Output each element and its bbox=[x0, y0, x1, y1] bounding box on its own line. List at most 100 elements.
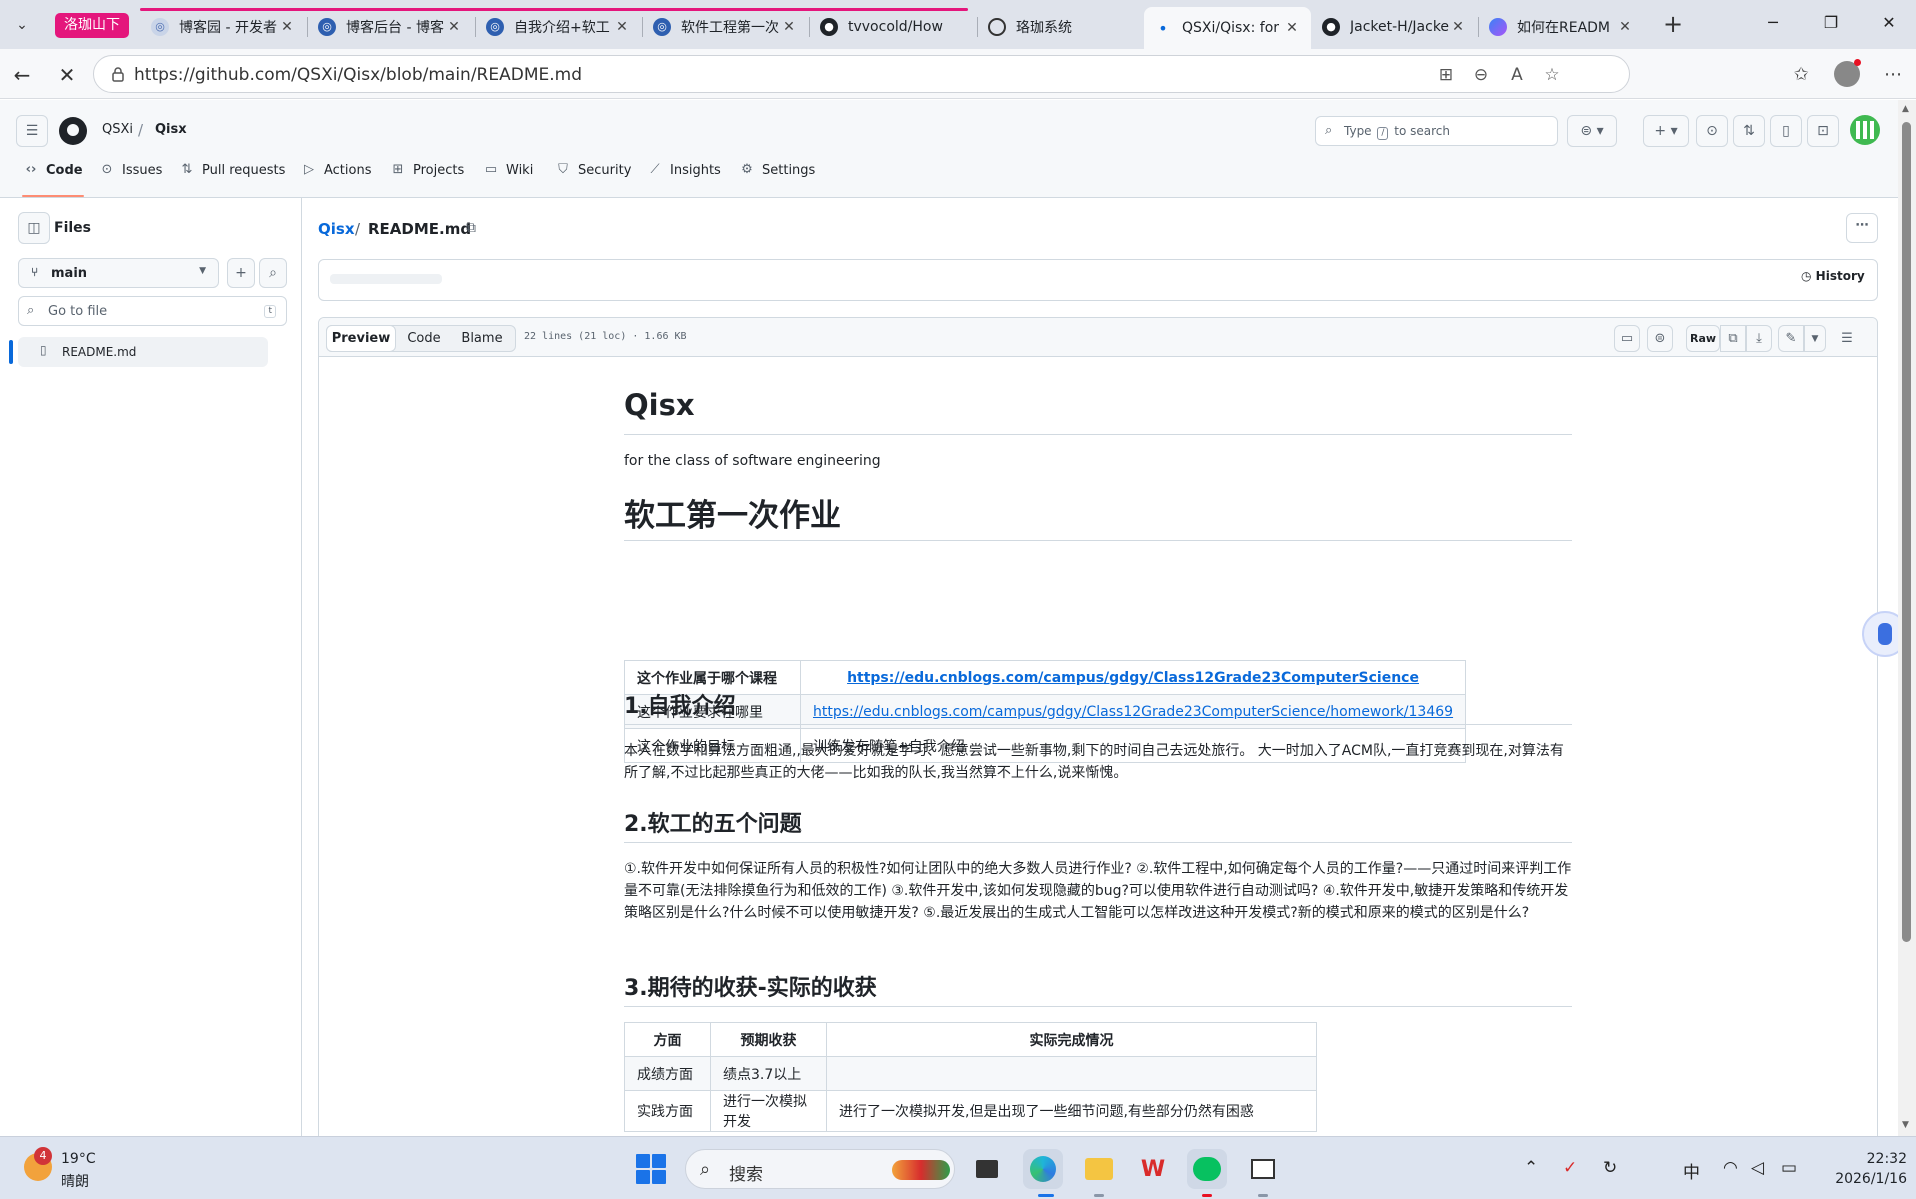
history-button[interactable]: ◷ History bbox=[1801, 269, 1865, 283]
tab-issues[interactable]: ⊙ Issues bbox=[100, 163, 163, 198]
taskbar-search-box[interactable]: ⌕ 搜索 bbox=[685, 1149, 955, 1189]
tree-item-readme[interactable]: ▯ README.md bbox=[18, 337, 268, 367]
wps-tray-icon[interactable]: ✓ bbox=[1563, 1158, 1577, 1178]
tab-security[interactable]: ⛉ Security bbox=[556, 163, 631, 198]
show-hidden-icons-chevron-icon[interactable]: ⌃ bbox=[1524, 1158, 1538, 1178]
copilot-menu-button[interactable]: ⊜ ▾ bbox=[1567, 115, 1617, 147]
wps-office-icon[interactable]: W bbox=[1133, 1149, 1173, 1189]
copy-icon[interactable]: ⧉ bbox=[1720, 325, 1746, 352]
read-aloud-icon[interactable]: A bbox=[1507, 65, 1527, 85]
close-icon[interactable]: ✕ bbox=[613, 19, 631, 35]
scroll-up-icon[interactable]: ▲ bbox=[1902, 104, 1909, 114]
outline-list-icon[interactable]: ☰ bbox=[1834, 325, 1860, 352]
windows-start-icon[interactable] bbox=[636, 1154, 666, 1184]
address-bar[interactable]: https://github.com/QSXi/Qisx/blob/main/R… bbox=[93, 55, 1630, 93]
url-text[interactable]: https://github.com/QSXi/Qisx/blob/main/R… bbox=[134, 65, 582, 85]
create-new-button[interactable]: + ▾ bbox=[1643, 115, 1689, 147]
tab-actions[interactable]: ▷ Actions bbox=[302, 163, 372, 198]
browser-tab[interactable]: ● Jacket-H/Jacke ✕ bbox=[1312, 10, 1477, 43]
owner-link[interactable]: QSXi bbox=[102, 122, 133, 137]
close-icon[interactable]: ✕ bbox=[445, 19, 463, 35]
stop-loading-icon[interactable]: ✕ bbox=[53, 61, 81, 89]
close-window-button[interactable]: ✕ bbox=[1866, 8, 1912, 38]
collapse-sidebar-icon[interactable]: ◫ bbox=[18, 212, 50, 244]
minimize-button[interactable]: ─ bbox=[1750, 8, 1796, 38]
tab-projects[interactable]: ⊞ Projects bbox=[391, 163, 465, 198]
preview-tab[interactable]: Preview bbox=[326, 325, 396, 352]
close-icon[interactable]: ✕ bbox=[1283, 20, 1301, 36]
homework-link[interactable]: https://edu.cnblogs.com/campus/gdgy/Clas… bbox=[813, 704, 1453, 720]
issues-icon[interactable]: ⊙ bbox=[1696, 115, 1728, 147]
caret-down-icon[interactable]: ▼ bbox=[1804, 325, 1826, 352]
blame-tab[interactable]: Blame bbox=[452, 326, 512, 351]
browser-tab[interactable]: ◎ 自我介绍+软工 ✕ bbox=[476, 10, 641, 43]
tab-group-label[interactable]: 洛珈山下 bbox=[55, 13, 129, 38]
restore-button[interactable]: ❐ bbox=[1808, 8, 1854, 38]
user-avatar[interactable] bbox=[1850, 115, 1880, 145]
weather-temperature[interactable]: 19°C bbox=[61, 1151, 96, 1167]
tab-wiki[interactable]: ▭ Wiki bbox=[484, 163, 533, 198]
lock-icon[interactable] bbox=[110, 66, 126, 82]
go-to-file-input[interactable]: ⌕ Go to file t bbox=[18, 296, 287, 326]
hamburger-menu-icon[interactable]: ☰ bbox=[16, 115, 48, 147]
close-icon[interactable]: ✕ bbox=[1616, 19, 1634, 35]
repositories-icon[interactable]: ▯ bbox=[1770, 115, 1802, 147]
branch-selector[interactable]: ⑂ main ▼ bbox=[18, 258, 219, 288]
close-icon[interactable]: ✕ bbox=[278, 19, 296, 35]
more-options-icon[interactable]: ⋯ bbox=[1846, 213, 1878, 243]
mail-icon[interactable] bbox=[1243, 1149, 1283, 1189]
download-icon[interactable]: ⤓ bbox=[1746, 325, 1772, 352]
more-menu-icon[interactable]: ⋯ bbox=[1880, 62, 1906, 88]
wifi-icon[interactable]: ◠ bbox=[1723, 1158, 1738, 1178]
edit-pencil-icon[interactable]: ✎ bbox=[1778, 325, 1804, 352]
browser-tab[interactable]: ● tvvocold/How bbox=[810, 10, 975, 43]
copy-path-icon[interactable]: ⧉ bbox=[466, 220, 476, 236]
browser-tab-active[interactable]: • QSXi/Qisx: for ✕ bbox=[1144, 7, 1311, 49]
raw-button[interactable]: Raw bbox=[1686, 325, 1720, 352]
weather-description[interactable]: 晴朗 bbox=[61, 1171, 89, 1191]
app-available-icon[interactable]: ⊞ bbox=[1436, 65, 1456, 85]
scroll-down-icon[interactable]: ▼ bbox=[1902, 1120, 1909, 1130]
back-arrow-icon[interactable]: ← bbox=[8, 61, 36, 89]
tab-code[interactable]: ‹› Code bbox=[24, 163, 83, 198]
zoom-out-icon[interactable]: ⊖ bbox=[1471, 65, 1491, 85]
browser-tab[interactable]: ◎ 博客后台 - 博客 ✕ bbox=[308, 10, 473, 43]
add-file-icon[interactable]: + bbox=[227, 258, 255, 288]
new-tab-button[interactable]: + bbox=[1657, 11, 1689, 39]
favorites-icon[interactable]: ✩ bbox=[1788, 62, 1814, 88]
browser-tab[interactable]: 珞珈系统 bbox=[978, 10, 1143, 43]
file-breadcrumb-repo[interactable]: Qisx bbox=[318, 220, 355, 238]
close-icon[interactable]: ✕ bbox=[1449, 19, 1467, 35]
file-explorer-icon[interactable] bbox=[1079, 1149, 1119, 1189]
tab-settings[interactable]: ⚙ Settings bbox=[740, 163, 815, 198]
tab-insights[interactable]: ⟋ Insights bbox=[648, 163, 720, 198]
pull-requests-icon[interactable]: ⇅ bbox=[1733, 115, 1765, 147]
battery-icon[interactable]: ▭ bbox=[1781, 1158, 1797, 1178]
volume-icon[interactable]: ◁ bbox=[1751, 1158, 1764, 1178]
sync-icon[interactable]: ↻ bbox=[1603, 1158, 1617, 1178]
search-input[interactable]: ⌕ Type / to search bbox=[1315, 116, 1558, 146]
copilot-icon[interactable]: ⊜ bbox=[1647, 325, 1673, 352]
scroll-thumb[interactable] bbox=[1902, 122, 1911, 942]
close-icon[interactable]: ✕ bbox=[780, 19, 798, 35]
clock-time[interactable]: 22:32 bbox=[1857, 1151, 1907, 1167]
task-view-icon[interactable] bbox=[967, 1149, 1007, 1189]
code-tab[interactable]: Code bbox=[396, 326, 452, 351]
tab-list-chevron-icon[interactable]: ⌄ bbox=[8, 12, 36, 38]
search-files-icon[interactable]: ⌕ bbox=[259, 258, 287, 288]
inbox-icon[interactable]: ⊡ bbox=[1807, 115, 1839, 147]
repo-link[interactable]: Qisx bbox=[155, 122, 187, 137]
browser-tab[interactable]: ◎ 软件工程第一次 ✕ bbox=[643, 10, 808, 43]
github-logo-icon[interactable] bbox=[59, 117, 87, 145]
clock-date[interactable]: 2026/1/16 bbox=[1822, 1171, 1907, 1187]
tab-pull-requests[interactable]: ⇅ Pull requests bbox=[180, 163, 286, 198]
page-scrollbar[interactable]: ▲ ▼ bbox=[1898, 100, 1916, 1136]
ime-indicator[interactable]: 中 bbox=[1683, 1158, 1700, 1183]
wechat-icon[interactable] bbox=[1187, 1149, 1227, 1189]
edge-browser-icon[interactable] bbox=[1023, 1149, 1063, 1189]
browser-tab[interactable]: ◎ 博客园 - 开发者 ✕ bbox=[141, 10, 306, 43]
course-link[interactable]: https://edu.cnblogs.com/campus/gdgy/Clas… bbox=[847, 670, 1419, 686]
favorite-star-icon[interactable]: ☆ bbox=[1542, 65, 1562, 85]
open-folder-icon[interactable]: ▭ bbox=[1614, 325, 1640, 352]
browser-tab[interactable]: 如何在READM ✕ bbox=[1479, 10, 1644, 43]
